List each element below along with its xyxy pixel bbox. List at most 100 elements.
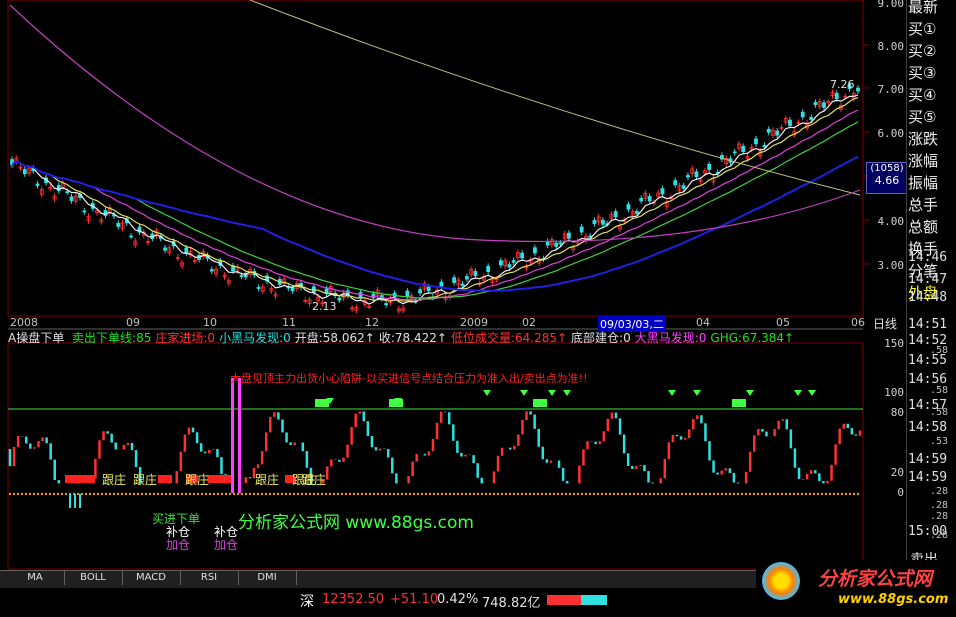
zero-dot [292, 492, 296, 496]
tick-volume: .28 [930, 511, 949, 522]
indicator-tick-label: 150 [884, 337, 904, 350]
zero-dot [212, 492, 216, 496]
watermark-text: 分析家公式网 www.88gs.com [238, 513, 474, 533]
follow-label-1: 跟庄 [102, 473, 127, 487]
price-candle [103, 210, 108, 216]
tab-macd[interactable]: MACD [122, 571, 181, 585]
price-candle [460, 283, 465, 287]
sidebar-button[interactable]: 买⑤ [908, 107, 956, 128]
sidebar-button[interactable]: 买② [908, 41, 956, 62]
zero-dot [684, 492, 688, 496]
follow-label-4: 跟庄 [255, 473, 280, 487]
sell-arrow-icon [693, 390, 701, 396]
sell-arrow-icon [746, 390, 754, 396]
zero-dot [52, 492, 56, 496]
zero-dot [844, 492, 848, 496]
price-candle [184, 247, 189, 254]
sidebar-button[interactable]: 最新 [908, 0, 956, 18]
price-candle [579, 226, 584, 233]
zero-dot [484, 492, 488, 496]
zero-dot [12, 492, 16, 496]
zero-dot [848, 492, 852, 496]
zero-dot [564, 492, 568, 496]
moving-average-line [11, 109, 859, 301]
zero-dot [344, 492, 348, 496]
zero-dot [768, 492, 772, 496]
price-tick-label: 7.00 [877, 83, 905, 96]
price-tick-label: 8.00 [877, 40, 905, 53]
indicator-value: 庄家进场:0 [155, 331, 216, 345]
main-chart-canvas[interactable] [0, 0, 956, 617]
zero-dot [180, 492, 184, 496]
zero-dot [788, 492, 792, 496]
tick-time: 14:59 [908, 452, 948, 467]
sidebar-button[interactable]: 涨跌 [908, 129, 956, 150]
sidebar-button[interactable]: 总额 [908, 217, 956, 238]
price-candle [116, 222, 121, 227]
zero-dot [80, 492, 84, 496]
zero-dot [708, 492, 712, 496]
zero-dot [500, 492, 504, 496]
price-candle [694, 171, 699, 178]
zero-dot [756, 492, 760, 496]
zero-dot [456, 492, 460, 496]
follow-label-2: 跟庄 [133, 473, 158, 487]
zero-dot [40, 492, 44, 496]
logo-text: 分析家公式网 [818, 568, 933, 590]
zero-dot [440, 492, 444, 496]
tab-dmi[interactable]: DMI [238, 571, 297, 585]
indicator-value: 大黑马发现:0 [634, 331, 707, 345]
zero-dot [304, 492, 308, 496]
zero-dot [808, 492, 812, 496]
price-panel-frame [7, 0, 864, 317]
tick-time: 14:47 [908, 272, 948, 287]
zero-dot [356, 492, 360, 496]
zero-dot [588, 492, 592, 496]
sidebar-button[interactable]: 涨幅 [908, 151, 956, 172]
zero-dot [192, 492, 196, 496]
sidebar-button[interactable]: 振幅 [908, 173, 956, 194]
zero-dot [376, 492, 380, 496]
zero-dot [504, 492, 508, 496]
price-candle [511, 260, 516, 263]
zero-dot [464, 492, 468, 496]
sidebar-button[interactable]: 买③ [908, 63, 956, 84]
zero-dot [840, 492, 844, 496]
price-candle [766, 128, 771, 133]
zero-dot [144, 492, 148, 496]
signal-bar-magenta [231, 378, 234, 493]
price-candle [762, 145, 767, 148]
indicator-name[interactable]: A操盘下单 [8, 331, 64, 345]
price-candle [601, 219, 605, 225]
zero-dot [124, 492, 128, 496]
zero-dot [92, 492, 96, 496]
zero-dot [720, 492, 724, 496]
zero-dot [248, 492, 252, 496]
sidebar-button[interactable]: 总手 [908, 195, 956, 216]
price-candle [567, 232, 571, 239]
zero-dot [152, 492, 156, 496]
zero-dot [540, 492, 544, 496]
price-candle [673, 180, 678, 186]
tab-boll[interactable]: BOLL [64, 571, 123, 585]
price-candle [554, 242, 559, 247]
zero-dot [852, 492, 856, 496]
price-candle [464, 276, 469, 280]
zero-dot [76, 492, 80, 496]
sidebar-button[interactable]: 买④ [908, 85, 956, 106]
zero-dot [532, 492, 536, 496]
sidebar-button[interactable]: 买① [908, 19, 956, 40]
period-label[interactable]: 日线 [873, 315, 897, 332]
tab-rsi[interactable]: RSI [180, 571, 239, 585]
zero-dot [584, 492, 588, 496]
zero-dot [108, 492, 112, 496]
badge-price: 4.66 [874, 174, 900, 187]
zero-dot [600, 492, 604, 496]
follow-marker [207, 475, 233, 483]
tick-volume: .53 [930, 436, 949, 447]
tab-ma[interactable]: MA [6, 571, 65, 585]
zero-dot [44, 492, 48, 496]
low-price-mark: 2.13 [312, 300, 337, 313]
indicator-value: 小黑马发现:0 [219, 331, 291, 345]
zero-dot [656, 492, 660, 496]
